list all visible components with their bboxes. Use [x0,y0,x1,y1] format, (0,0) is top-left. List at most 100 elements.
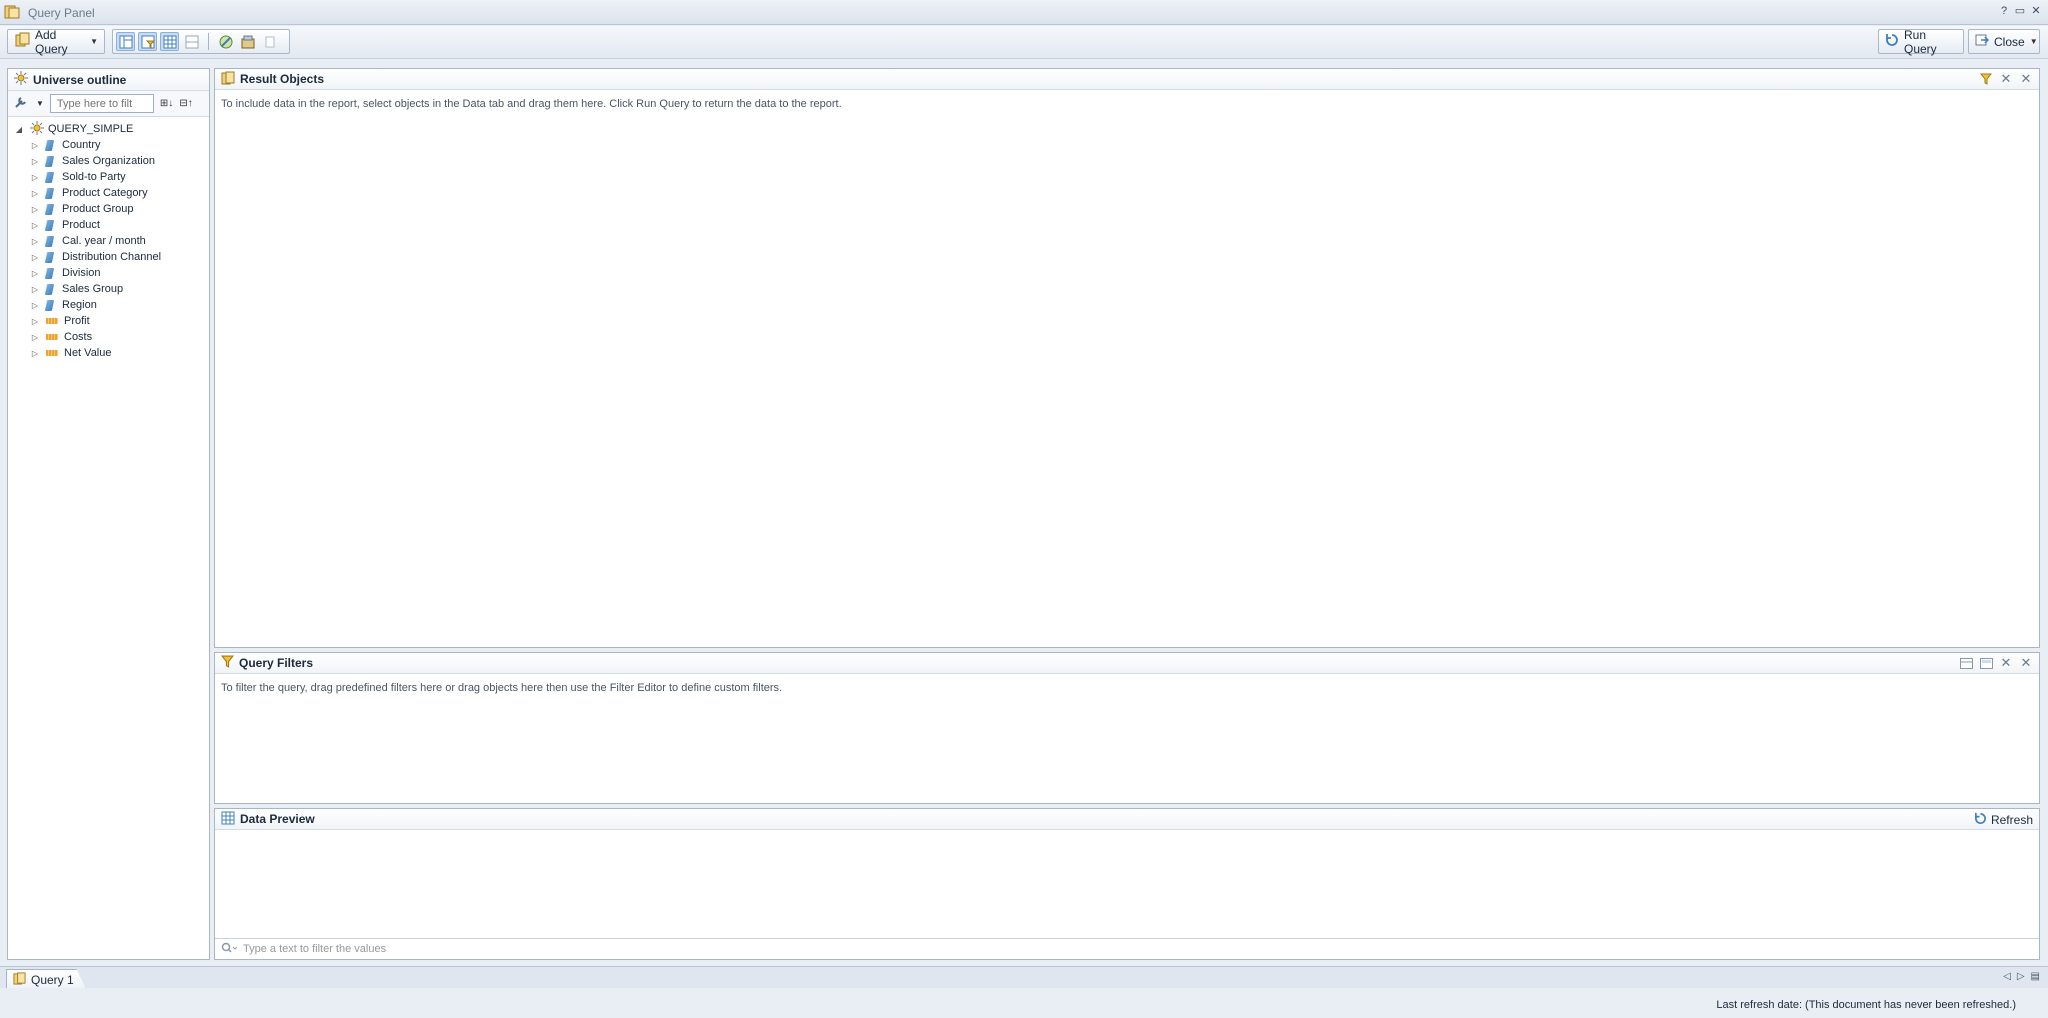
tree-dimension-item[interactable]: ▷ Product Group [8,201,209,217]
result-objects-message: To include data in the report, select ob… [221,98,842,110]
data-preview-view-icon[interactable] [160,32,179,51]
filter-editor-icon[interactable] [1959,656,1973,670]
maximize-icon[interactable]: ▭ [2014,5,2026,17]
expand-icon[interactable]: ▷ [30,237,40,246]
expand-icon[interactable]: ▷ [30,333,40,342]
close-query-icon [1975,33,1990,50]
dimension-icon [44,139,55,151]
universe-filter-input[interactable] [49,94,154,113]
tree-dimension-item[interactable]: ▷ Distribution Channel [8,249,209,265]
universe-outline-title: Universe outline [33,72,127,87]
tab-label: Query 1 [31,972,74,987]
tree-item-label: Sales Group [62,283,124,295]
query-filters-title: Query Filters [239,656,314,670]
remove-all-icon[interactable]: ✕ [2019,655,2033,670]
tree-dimension-item[interactable]: ▷ Region [8,297,209,313]
tree-dimension-item[interactable]: ▷ Product [8,217,209,233]
dimension-icon [44,203,55,215]
tree-root[interactable]: ◢ QUERY_SIMPLE [8,120,209,138]
dimension-icon [44,267,55,279]
tree-item-label: Region [62,299,97,311]
tree-item-label: Profit [64,315,90,327]
dimension-icon [44,155,55,167]
expand-icon[interactable]: ▷ [30,221,40,230]
tree-item-label: Distribution Channel [62,251,162,263]
query-filters-panel[interactable]: Query Filters ✕ ✕ To filter the query, d… [214,652,2040,804]
universe-outline-panel: Universe outline ▼ ⊞↓ ⊟↑ ◢ QUERY_SIMPLE … [7,68,210,960]
tree-dimension-item[interactable]: ▷ Country [8,137,209,153]
chevron-down-icon[interactable]: ▼ [36,99,44,108]
tree-item-label: Cal. year / month [62,235,146,247]
universe-icon [30,120,44,138]
result-objects-title: Result Objects [240,72,325,86]
result-objects-panel[interactable]: Result Objects ✕ ✕ To include data in th… [214,68,2040,648]
expand-icon[interactable]: ▷ [30,349,40,358]
data-preview-filter[interactable]: Type a text to filter the values [215,938,2039,959]
tree-dimension-item[interactable]: ▷ Product Category [8,185,209,201]
add-filter-icon[interactable] [1979,656,1993,670]
tree-item-label: Product [62,219,100,231]
window-title: Query Panel [28,6,95,20]
filter-view-icon[interactable] [138,32,157,51]
tab-query-1[interactable]: Query 1 [6,969,86,989]
tree-item-label: Division [62,267,101,279]
expand-icon[interactable]: ▷ [30,269,40,278]
tree-measure-item[interactable]: ▷ Costs [8,329,209,345]
universe-tools: ▼ ⊞↓ ⊟↑ [8,91,209,117]
document-icon[interactable] [260,32,279,51]
tree-measure-item[interactable]: ▷ Net Value [8,345,209,361]
tree-dimension-item[interactable]: ▷ Sold-to Party [8,169,209,185]
search-icon [221,942,238,957]
tree-dimension-item[interactable]: ▷ Sales Organization [8,153,209,169]
wrench-icon[interactable] [14,95,30,112]
chevron-down-icon: ▼ [2029,37,2038,46]
last-refresh-status: Last refresh date: (This document has ne… [1716,999,2016,1011]
expand-icon[interactable]: ▷ [30,157,40,166]
remove-icon[interactable]: ✕ [1999,71,2013,86]
add-query-label: Add Query [35,27,68,56]
tree-dimension-item[interactable]: ▷ Division [8,265,209,281]
refresh-button[interactable]: Refresh [1974,812,2033,828]
help-icon[interactable]: ? [1998,5,2010,17]
next-tab-icon[interactable]: ▷ [2017,971,2025,982]
expand-icon[interactable]: ▷ [30,317,40,326]
run-query-button[interactable]: Run Query [1878,28,1964,56]
query-panel-app-icon [4,5,20,19]
sql-icon[interactable] [216,32,235,51]
expand-icon[interactable]: ▷ [30,253,40,262]
tab-list-icon[interactable]: ▤ [2031,971,2040,982]
view-toolbar-group [112,29,290,54]
close-button[interactable]: Close ▼ [1968,29,2040,54]
dimension-icon [44,235,55,247]
remove-icon[interactable]: ✕ [1999,655,2013,670]
measure-icon [46,334,58,340]
previous-tab-icon[interactable]: ◁ [2003,971,2011,982]
dimension-icon [44,219,55,231]
tree-measure-item[interactable]: ▷ Profit [8,313,209,329]
collapse-icon[interactable]: ◢ [14,125,24,134]
dimension-icon [44,171,55,183]
expand-icon[interactable]: ▷ [30,301,40,310]
expand-all-icon[interactable]: ⊞↓ [160,98,173,109]
chevron-down-icon: ▼ [90,37,98,46]
query-properties-icon[interactable] [238,32,257,51]
expand-icon[interactable]: ▷ [30,189,40,198]
expand-icon[interactable]: ▷ [30,173,40,182]
window-titlebar: Query Panel ? ▭ ✕ [0,0,2048,25]
expand-icon[interactable]: ▷ [30,285,40,294]
outline-view-icon[interactable] [116,32,135,51]
measure-icon [46,350,58,356]
properties-view-icon[interactable] [182,32,201,51]
universe-icon [14,71,28,88]
collapse-all-icon[interactable]: ⊟↑ [179,98,192,109]
expand-icon[interactable]: ▷ [30,205,40,214]
tree-dimension-item[interactable]: ▷ Cal. year / month [8,233,209,249]
tree-dimension-item[interactable]: ▷ Sales Group [8,281,209,297]
close-icon[interactable]: ✕ [2030,5,2042,17]
filter-icon[interactable] [1979,72,1993,86]
remove-all-icon[interactable]: ✕ [2019,71,2033,86]
expand-icon[interactable]: ▷ [30,141,40,150]
add-query-button[interactable]: Add Query ▼ [7,27,105,56]
tree-item-label: Sales Organization [62,155,155,167]
funnel-icon [220,655,235,671]
